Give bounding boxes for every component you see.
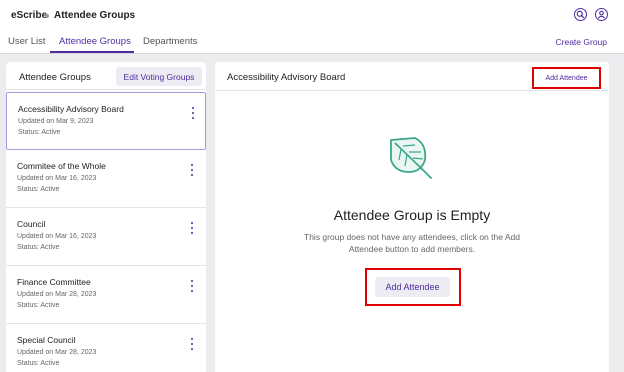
page-title: Attendee Groups <box>54 10 136 21</box>
group-updated-date: Updated on Mar 28, 2023 <box>17 349 97 356</box>
group-updated-date: Updated on Mar 16, 2023 <box>17 233 97 240</box>
group-detail-title: Accessibility Advisory Board <box>227 72 346 83</box>
active-tab-indicator <box>50 51 134 53</box>
add-attendee-header-button[interactable]: Add Attendee <box>532 67 601 89</box>
group-list-item[interactable]: Commitee of the Whole Updated on Mar 16,… <box>6 150 206 208</box>
group-name: Special Council <box>17 335 76 345</box>
groups-panel-title: Attendee Groups <box>19 72 91 83</box>
leaf-icon <box>385 134 435 182</box>
more-options-icon[interactable] <box>189 164 195 176</box>
group-list-item[interactable]: Council Updated on Mar 16, 2023 Status: … <box>6 208 206 266</box>
group-status: Status: Active <box>18 129 61 136</box>
group-list-item[interactable]: Finance Committee Updated on Mar 28, 202… <box>6 266 206 324</box>
group-list-item[interactable]: Special Council Updated on Mar 28, 2023 … <box>6 324 206 372</box>
attendee-groups-panel: Attendee Groups Edit Voting Groups Acces… <box>6 62 206 372</box>
more-options-icon[interactable] <box>190 107 196 119</box>
group-updated-date: Updated on Mar 28, 2023 <box>17 291 97 298</box>
edit-voting-groups-button[interactable]: Edit Voting Groups <box>116 67 202 86</box>
user-icon[interactable] <box>595 8 608 21</box>
create-group-link[interactable]: Create Group <box>556 37 608 47</box>
more-options-icon[interactable] <box>189 222 195 234</box>
add-attendee-button[interactable]: Add Attendee <box>375 277 450 297</box>
breadcrumb-separator <box>45 14 49 18</box>
groups-panel-header: Attendee Groups Edit Voting Groups <box>6 62 206 90</box>
group-detail-panel: Accessibility Advisory Board Add Attende… <box>215 62 609 372</box>
group-name: Finance Committee <box>17 277 91 287</box>
empty-state-title: Attendee Group is Empty <box>333 207 491 223</box>
top-bar: eScribe Attendee Groups <box>0 0 624 30</box>
group-name: Council <box>17 219 46 229</box>
more-options-icon[interactable] <box>189 280 195 292</box>
group-status: Status: Active <box>17 302 60 309</box>
search-icon[interactable] <box>574 8 587 21</box>
group-status: Status: Active <box>17 244 60 251</box>
group-updated-date: Updated on Mar 16, 2023 <box>17 175 97 182</box>
group-name: Commitee of the Whole <box>17 161 106 171</box>
group-detail-header: Accessibility Advisory Board Add Attende… <box>215 62 609 91</box>
empty-state-description: This group does not have any attendees, … <box>304 232 520 254</box>
more-options-icon[interactable] <box>189 338 195 350</box>
group-updated-date: Updated on Mar 9, 2023 <box>18 118 94 125</box>
tab-user-list[interactable]: User List <box>8 36 45 47</box>
tab-attendee-groups[interactable]: Attendee Groups <box>59 36 131 47</box>
add-attendee-highlight: Add Attendee <box>365 268 461 306</box>
tab-departments[interactable]: Departments <box>143 36 197 47</box>
group-list-item[interactable]: Accessibility Advisory Board Updated on … <box>6 92 206 150</box>
tab-bar: User List Attendee Groups Departments Cr… <box>0 30 624 54</box>
group-status: Status: Active <box>17 186 60 193</box>
app-name[interactable]: eScribe <box>11 10 47 21</box>
group-status: Status: Active <box>17 360 60 367</box>
group-name: Accessibility Advisory Board <box>18 104 124 114</box>
